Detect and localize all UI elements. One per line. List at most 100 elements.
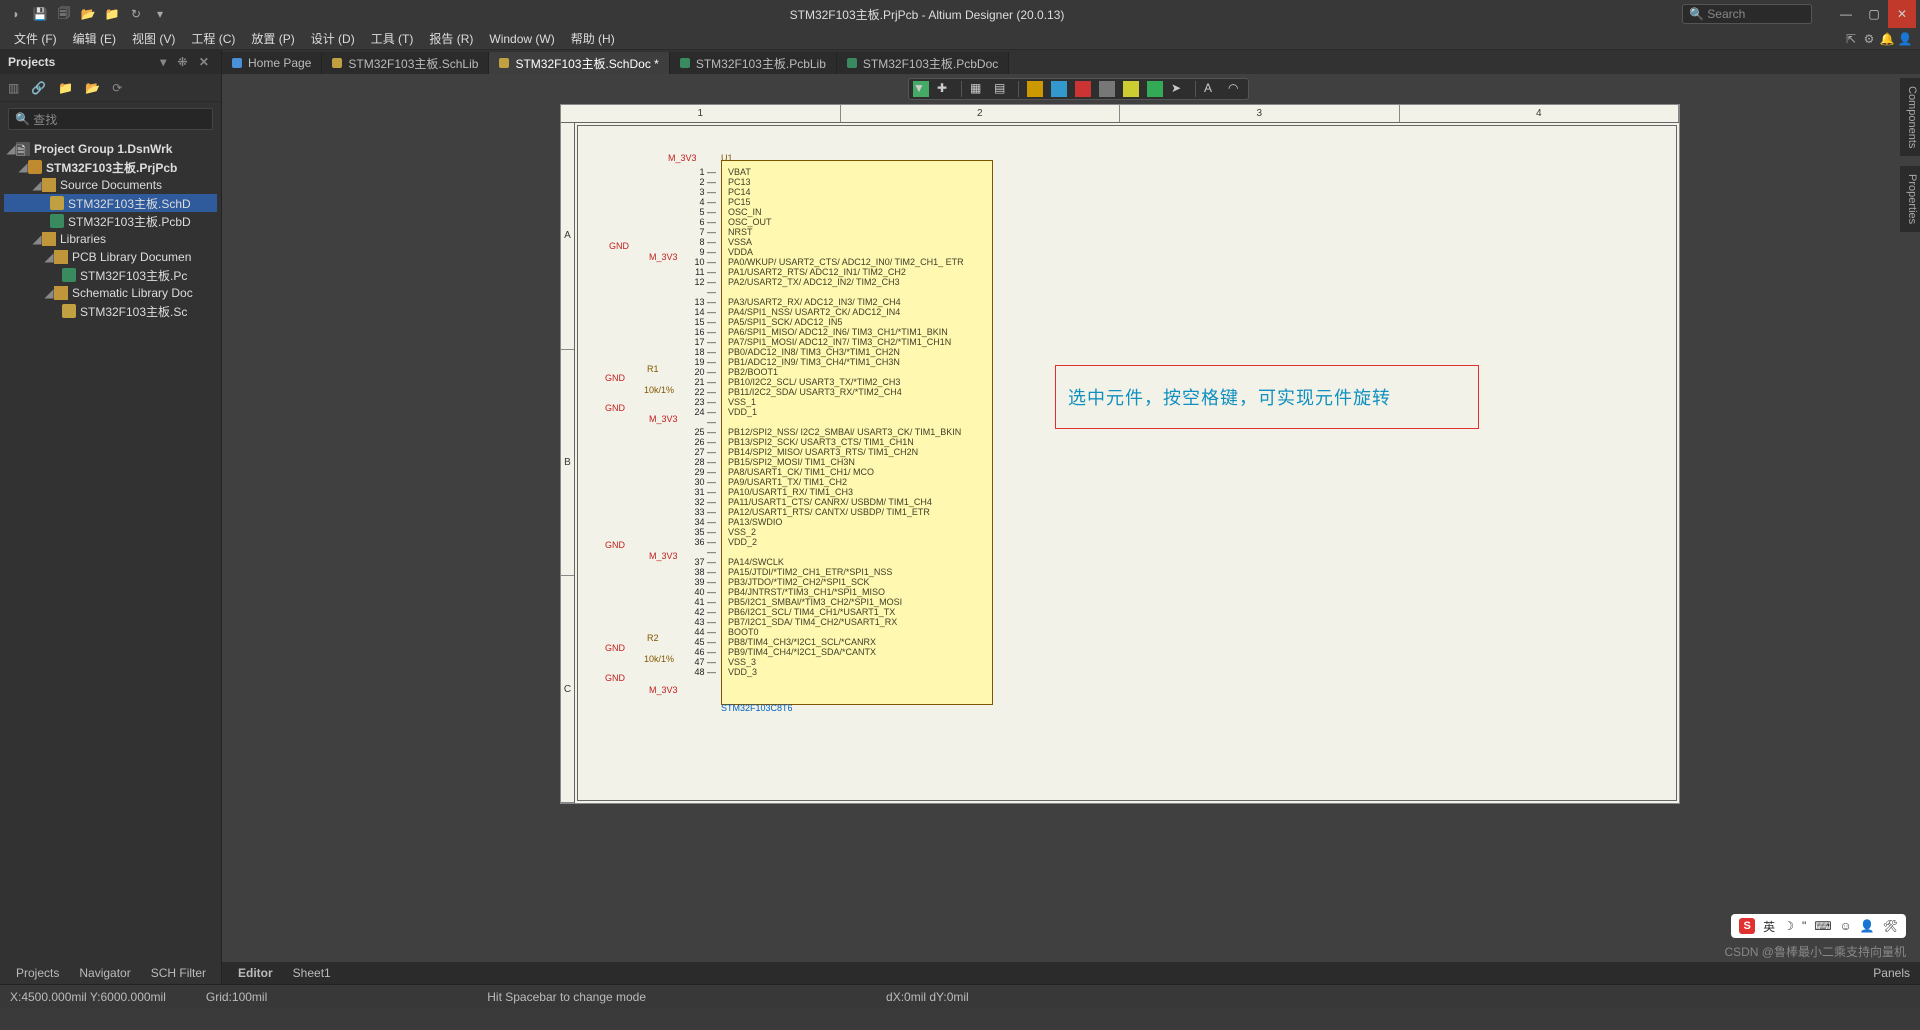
schematic-canvas[interactable]: ▼ ✚ ▦ ▤ ➤ A ◠ 1234 — [222, 74, 1920, 962]
projects-panel-title: Projects — [8, 55, 55, 69]
res2-designator: R2 — [647, 633, 659, 643]
menu-report[interactable]: 报告 (R) — [421, 30, 481, 47]
menu-window[interactable]: Window (W) — [481, 32, 562, 46]
grid-icon[interactable]: ▦ — [970, 81, 986, 97]
tab-editor[interactable]: Editor — [228, 966, 283, 980]
search-icon: 🔍 — [15, 112, 30, 126]
arc-icon[interactable]: ◠ — [1228, 81, 1244, 97]
tab-schdoc[interactable]: STM32F103主板.SchDoc * — [489, 52, 669, 74]
close-button[interactable]: ✕ — [1888, 0, 1916, 28]
open-project-icon[interactable]: 📁 — [104, 6, 120, 22]
status-hint: Hit Spacebar to change mode — [487, 990, 646, 1004]
menu-bar: 文件 (F) 编辑 (E) 视图 (V) 工程 (C) 放置 (P) 设计 (D… — [0, 28, 1920, 50]
menu-place[interactable]: 放置 (P) — [243, 30, 302, 47]
tree-schlib-folder[interactable]: ◢Schematic Library Doc — [4, 284, 217, 302]
align-c-icon[interactable] — [1051, 81, 1067, 97]
menu-file[interactable]: 文件 (F) — [6, 30, 65, 47]
gnd-label-2: GND — [605, 373, 625, 383]
search-placeholder: Search — [1707, 7, 1745, 21]
menu-project[interactable]: 工程 (C) — [183, 30, 243, 47]
dropdown-icon[interactable]: ▾ — [152, 6, 168, 22]
save-icon[interactable]: 💾 — [32, 6, 48, 22]
menu-help[interactable]: 帮助 (H) — [563, 30, 623, 47]
pin-names: VBAT PC13 PC14 PC15 OSC_IN OSC_OUT NRST … — [722, 161, 992, 683]
tree-file-pcblib[interactable]: STM32F103主板.Pc — [4, 266, 217, 284]
pin-numbers: 1 —2 —3 —4 —5 —6 —7 —8 —9 —10 —11 —12 — … — [662, 167, 716, 677]
tab-home[interactable]: Home Page — [222, 52, 322, 74]
component-u1[interactable]: 1 —2 —3 —4 —5 —6 —7 —8 —9 —10 —11 —12 — … — [721, 160, 993, 705]
align-r-icon[interactable] — [1075, 81, 1091, 97]
align-l-icon[interactable] — [1027, 81, 1043, 97]
tree-project[interactable]: ◢STM32F103主板.PrjPcb — [4, 158, 217, 176]
menu-tools[interactable]: 工具 (T) — [363, 30, 422, 47]
notify-icon[interactable]: 🔔 — [1878, 32, 1896, 46]
save-all-icon[interactable]: 🗐 — [56, 6, 72, 22]
refresh-icon[interactable]: ⟳ — [112, 81, 122, 95]
tab-projects[interactable]: Projects — [6, 966, 69, 980]
cross-icon[interactable]: ✚ — [937, 81, 953, 97]
maximize-button[interactable]: ▢ — [1860, 0, 1888, 28]
distr-icon[interactable] — [1099, 81, 1115, 97]
tab-schlib[interactable]: STM32F103主板.SchLib — [322, 52, 489, 74]
tree-src-folder[interactable]: ◢Source Documents — [4, 176, 217, 194]
schematic-sheet[interactable]: 1234 ABC M_3V3 U1 GND M_3V3 R1 10k/1% GN… — [560, 104, 1680, 804]
folder2-icon[interactable]: 📂 — [85, 81, 100, 95]
tab-sch-filter[interactable]: SCH Filter — [141, 966, 216, 980]
tab-sheet1[interactable]: Sheet1 — [283, 966, 341, 980]
title-bar: ◗ 💾 🗐 📂 📁 ↻ ▾ STM32F103主板.PrjPcb - Altiu… — [0, 0, 1920, 28]
gnd-label-6: GND — [605, 673, 625, 683]
net-icon[interactable] — [1147, 81, 1163, 97]
power-label-5: M_3V3 — [649, 685, 678, 695]
link-icon[interactable]: 🔗 — [31, 81, 46, 95]
ruler-top: 1234 — [561, 105, 1679, 123]
active-bar[interactable]: ▼ ✚ ▦ ▤ ➤ A ◠ — [908, 78, 1249, 100]
tab-navigator[interactable]: Navigator — [69, 966, 140, 980]
ruler-left: ABC — [561, 123, 575, 803]
new-file-icon[interactable]: ▥ — [8, 81, 19, 95]
user-icon[interactable]: 👤 — [1896, 32, 1914, 46]
folder-icon[interactable]: 📁 — [58, 81, 73, 95]
tree-pcblib-folder[interactable]: ◢PCB Library Documen — [4, 248, 217, 266]
page-icon[interactable]: ▤ — [994, 81, 1010, 97]
gnd-label-5: GND — [605, 643, 625, 653]
minimize-button[interactable]: — — [1832, 0, 1860, 28]
window-title: STM32F103主板.PrjPcb - Altium Designer (20… — [172, 6, 1682, 23]
tree-file-pcbdoc[interactable]: STM32F103主板.PcbD — [4, 212, 217, 230]
panel-controls[interactable]: ▾ ⁜ ✕ — [160, 55, 213, 69]
ime-emoji-icon: ☺ — [1840, 919, 1852, 933]
projects-search[interactable]: 🔍 查找 — [8, 108, 213, 130]
editor-area: Home Page STM32F103主板.SchLib STM32F103主板… — [222, 50, 1920, 984]
ime-bar[interactable]: S 英 ☽ " ⌨ ☺ 👤 🛠 — [1731, 914, 1906, 938]
global-search[interactable]: 🔍 Search — [1682, 4, 1812, 24]
panels-button[interactable]: Panels — [1863, 966, 1920, 980]
search-icon: 🔍 — [1689, 7, 1704, 21]
tree-file-schdoc[interactable]: STM32F103主板.SchD — [4, 194, 217, 212]
part-value: STM32F103C8T6 — [721, 703, 793, 713]
menu-view[interactable]: 视图 (V) — [124, 30, 183, 47]
status-grid: Grid:100mil — [206, 990, 267, 1004]
menu-design[interactable]: 设计 (D) — [303, 30, 363, 47]
rotate-icon[interactable]: ↻ — [128, 6, 144, 22]
editor-bottom-tabs: Editor Sheet1 Panels — [222, 962, 1920, 984]
arrow-icon[interactable]: ➤ — [1171, 81, 1187, 97]
tab-pcbdoc[interactable]: STM32F103主板.PcbDoc — [837, 52, 1009, 74]
ime-comma-icon: " — [1802, 919, 1806, 933]
menu-edit[interactable]: 编辑 (E) — [65, 30, 124, 47]
tab-pcblib[interactable]: STM32F103主板.PcbLib — [670, 52, 837, 74]
tree-workspace[interactable]: ◢🗎Project Group 1.DsnWrk — [4, 140, 217, 158]
filter-icon[interactable]: ▼ — [913, 81, 929, 97]
project-tree[interactable]: ◢🗎Project Group 1.DsnWrk ◢STM32F103主板.Pr… — [0, 136, 221, 962]
text-icon[interactable]: A — [1204, 81, 1220, 97]
tree-file-schlib[interactable]: STM32F103主板.Sc — [4, 302, 217, 320]
share-icon[interactable]: ⇱ — [1842, 32, 1860, 46]
ime-mode: 英 — [1763, 918, 1775, 935]
res1-designator: R1 — [647, 364, 659, 374]
open-icon[interactable]: 📂 — [80, 6, 96, 22]
gnd-label-1: GND — [609, 241, 629, 251]
tree-lib-folder[interactable]: ◢Libraries — [4, 230, 217, 248]
ime-tool-icon: 🛠 — [1883, 919, 1898, 933]
side-tab-components[interactable]: Components — [1900, 78, 1920, 156]
side-tab-properties[interactable]: Properties — [1900, 166, 1920, 232]
settings-icon[interactable]: ⚙ — [1860, 32, 1878, 46]
highlight-icon[interactable] — [1123, 81, 1139, 97]
